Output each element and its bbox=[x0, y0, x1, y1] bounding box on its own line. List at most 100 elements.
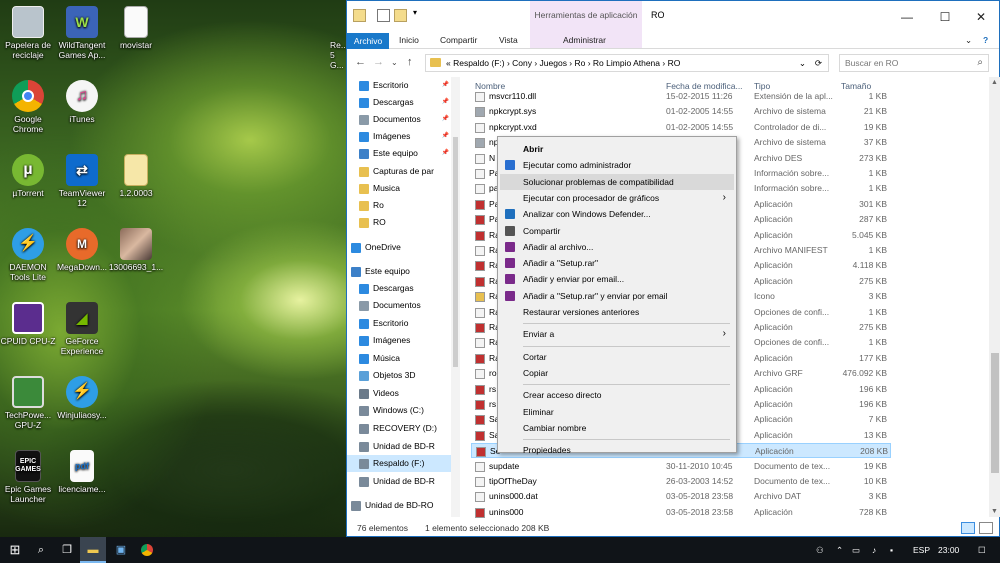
desktop-icon-teamviewer[interactable]: ⇄ TeamViewer 12 bbox=[54, 154, 110, 208]
desktop-icon-wildtangent[interactable]: W WildTangent Games Ap... bbox=[54, 6, 110, 60]
desktop-icon-recycle-bin[interactable]: Papelera de reciclaje bbox=[0, 6, 56, 60]
search-input[interactable]: Buscar en RO ⌕ bbox=[839, 54, 989, 72]
menu-item[interactable]: Crear acceso directo bbox=[500, 387, 734, 403]
file-row[interactable]: msvcr110.dll 15-02-2015 11:26 Extensión de… bbox=[471, 89, 891, 104]
nav-item[interactable]: Musica bbox=[347, 180, 451, 197]
nav-item[interactable]: RECOVERY (D:) bbox=[347, 420, 451, 437]
file-explorer-taskbar-icon[interactable]: ▬ bbox=[80, 537, 106, 563]
desktop-icon-file-120003[interactable]: 1.2.0003 bbox=[108, 154, 164, 198]
desktop-icon-geforce[interactable]: ◢ GeForce Experience bbox=[54, 302, 110, 356]
nav-item[interactable]: Documentos bbox=[347, 297, 451, 314]
desktop-icon-gpuz[interactable]: TechPowe... GPU-Z bbox=[0, 376, 56, 430]
nav-item[interactable]: Imágenes 📌 bbox=[347, 128, 451, 145]
file-list-scrollbar[interactable]: ▲ ▼ bbox=[989, 77, 1000, 517]
desktop-icon-movistar[interactable]: movistar bbox=[108, 6, 164, 50]
nav-item[interactable]: Este equipo bbox=[347, 263, 451, 280]
store-taskbar-icon[interactable]: ▣ bbox=[108, 537, 134, 563]
file-row[interactable]: npkcrypt.vxd 01-02-2005 14:55 Controlador … bbox=[471, 120, 891, 135]
file-row[interactable]: unins000.dat 03-05-2018 23:58 Archivo DAT 3… bbox=[471, 489, 891, 504]
desktop-icon-itunes[interactable]: ♫ iTunes bbox=[54, 80, 110, 124]
nav-item[interactable]: Escritorio bbox=[347, 315, 451, 332]
desktop-icon-epic-games[interactable]: EPIC GAMES Epic Games Launcher bbox=[0, 450, 56, 504]
desktop-icon-cpuz[interactable]: CPUID CPU-Z bbox=[0, 302, 56, 346]
notifications-icon[interactable]: ☐ bbox=[978, 537, 986, 563]
help-icon[interactable]: ? bbox=[983, 35, 988, 45]
nav-item[interactable]: Capturas de par bbox=[347, 163, 451, 180]
menu-item[interactable]: Ejecutar con procesador de gráficos › bbox=[500, 190, 734, 206]
nav-item[interactable]: Ro bbox=[347, 197, 451, 214]
nav-item[interactable]: Respaldo (F:) bbox=[347, 455, 451, 472]
nav-scrollbar[interactable] bbox=[451, 77, 460, 517]
close-button[interactable]: ✕ bbox=[963, 1, 999, 33]
menu-item[interactable]: Enviar a › bbox=[500, 326, 734, 342]
menu-item[interactable]: Añadir al archivo... bbox=[500, 239, 734, 255]
nav-item[interactable]: Documentos 📌 bbox=[347, 111, 451, 128]
tab-archivo[interactable]: Archivo bbox=[347, 33, 389, 49]
menu-item[interactable]: Copiar bbox=[500, 365, 734, 381]
pin-icon[interactable]: 📌 bbox=[442, 77, 449, 94]
tab-compartir[interactable]: Compartir bbox=[440, 35, 477, 45]
menu-item[interactable]: Solucionar problemas de compatibilidad bbox=[500, 173, 734, 190]
chrome-taskbar-icon[interactable] bbox=[134, 537, 160, 563]
pin-icon[interactable]: 📌 bbox=[442, 111, 449, 128]
menu-item[interactable]: Abrir bbox=[500, 141, 734, 157]
nav-item[interactable]: Descargas bbox=[347, 280, 451, 297]
menu-item[interactable]: Eliminar bbox=[500, 404, 734, 420]
new-folder-icon[interactable] bbox=[394, 9, 407, 22]
menu-item[interactable]: Cortar bbox=[500, 349, 734, 365]
tab-inicio[interactable]: Inicio bbox=[399, 35, 419, 45]
menu-item[interactable]: Añadir y enviar por email... bbox=[500, 271, 734, 287]
minimize-button[interactable]: — bbox=[889, 1, 925, 33]
menu-item[interactable]: Propiedades bbox=[500, 442, 734, 458]
pin-icon[interactable]: 📌 bbox=[442, 94, 449, 111]
nav-item[interactable]: Unidad de BD-R bbox=[347, 438, 451, 455]
refresh-icon[interactable]: ⟳ bbox=[815, 55, 822, 71]
tray-overflow-icon[interactable]: ⌃ bbox=[836, 537, 843, 563]
menu-item[interactable]: Restaurar versiones anteriores bbox=[500, 304, 734, 320]
nav-item[interactable]: Unidad de BD-RO bbox=[347, 497, 451, 514]
address-dropdown-icon[interactable]: ⌄ bbox=[799, 55, 806, 71]
nav-item[interactable]: Videos bbox=[347, 385, 451, 402]
tab-administrar[interactable]: Administrar bbox=[563, 35, 606, 45]
file-row[interactable]: supdate 30-11-2010 10:45 Documento de tex.… bbox=[471, 459, 891, 474]
search-icon[interactable]: ⌕ bbox=[28, 537, 54, 563]
nav-item[interactable]: Windows (C:) bbox=[347, 402, 451, 419]
desktop-icon-photo[interactable]: 13006693_1... bbox=[108, 228, 164, 272]
nav-item[interactable]: Imágenes bbox=[347, 332, 451, 349]
back-arrow-icon[interactable]: ← bbox=[355, 56, 366, 68]
scroll-down-arrow-icon[interactable]: ▼ bbox=[991, 508, 998, 515]
pin-icon[interactable]: 📌 bbox=[442, 128, 449, 145]
maximize-button[interactable]: ☐ bbox=[927, 1, 963, 33]
desktop-icon-chrome[interactable]: Google Chrome bbox=[0, 80, 56, 134]
menu-item[interactable]: Compartir bbox=[500, 223, 734, 239]
desktop-icon-partial[interactable]: Re... 5 G... bbox=[330, 40, 346, 70]
network-icon[interactable]: ▭ bbox=[852, 537, 860, 563]
details-view-icon[interactable] bbox=[961, 522, 975, 534]
task-view-icon[interactable]: ❐ bbox=[54, 537, 80, 563]
clock[interactable]: 23:00 bbox=[938, 537, 959, 563]
menu-item[interactable]: Analizar con Windows Defender... bbox=[500, 206, 734, 222]
qat-dropdown-icon[interactable]: ▾ bbox=[413, 8, 426, 21]
menu-item[interactable]: Añadir a "Setup.rar" bbox=[500, 255, 734, 271]
up-arrow-icon[interactable]: ↑ bbox=[407, 56, 413, 68]
pin-icon[interactable]: 📌 bbox=[442, 145, 449, 162]
nav-item[interactable]: Música bbox=[347, 350, 451, 367]
volume-icon[interactable]: ♪ bbox=[872, 537, 876, 563]
usb-icon[interactable]: ▪ bbox=[890, 537, 893, 563]
nav-item[interactable]: Objetos 3D bbox=[347, 367, 451, 384]
tab-vista[interactable]: Vista bbox=[499, 35, 518, 45]
scroll-up-arrow-icon[interactable]: ▲ bbox=[991, 79, 998, 86]
desktop-icon-megadownloader[interactable]: M MegaDown... bbox=[54, 228, 110, 272]
start-windows-icon[interactable]: ⊞ bbox=[2, 537, 28, 563]
recent-dropdown-icon[interactable]: ⌄ bbox=[391, 58, 398, 67]
file-row[interactable]: tipOfTheDay 26-03-2003 14:52 Documento de … bbox=[471, 474, 891, 489]
language-indicator[interactable]: ESP bbox=[913, 537, 930, 563]
nav-item[interactable]: Este equipo 📌 bbox=[347, 145, 451, 162]
forward-arrow-icon[interactable]: → bbox=[373, 56, 384, 68]
nav-item[interactable]: Descargas 📌 bbox=[347, 94, 451, 111]
desktop-icon-winjulia[interactable]: ⚡ Winjuliaosy... bbox=[54, 376, 110, 420]
large-icons-view-icon[interactable] bbox=[979, 522, 993, 534]
nav-item[interactable]: Unidad de BD-R bbox=[347, 473, 451, 490]
file-row[interactable]: npkcrypt.sys 01-02-2005 14:55 Archivo de s… bbox=[471, 104, 891, 119]
breadcrumb[interactable]: « Respaldo (F:) › Cony › Juegos › Ro › R… bbox=[425, 54, 829, 72]
